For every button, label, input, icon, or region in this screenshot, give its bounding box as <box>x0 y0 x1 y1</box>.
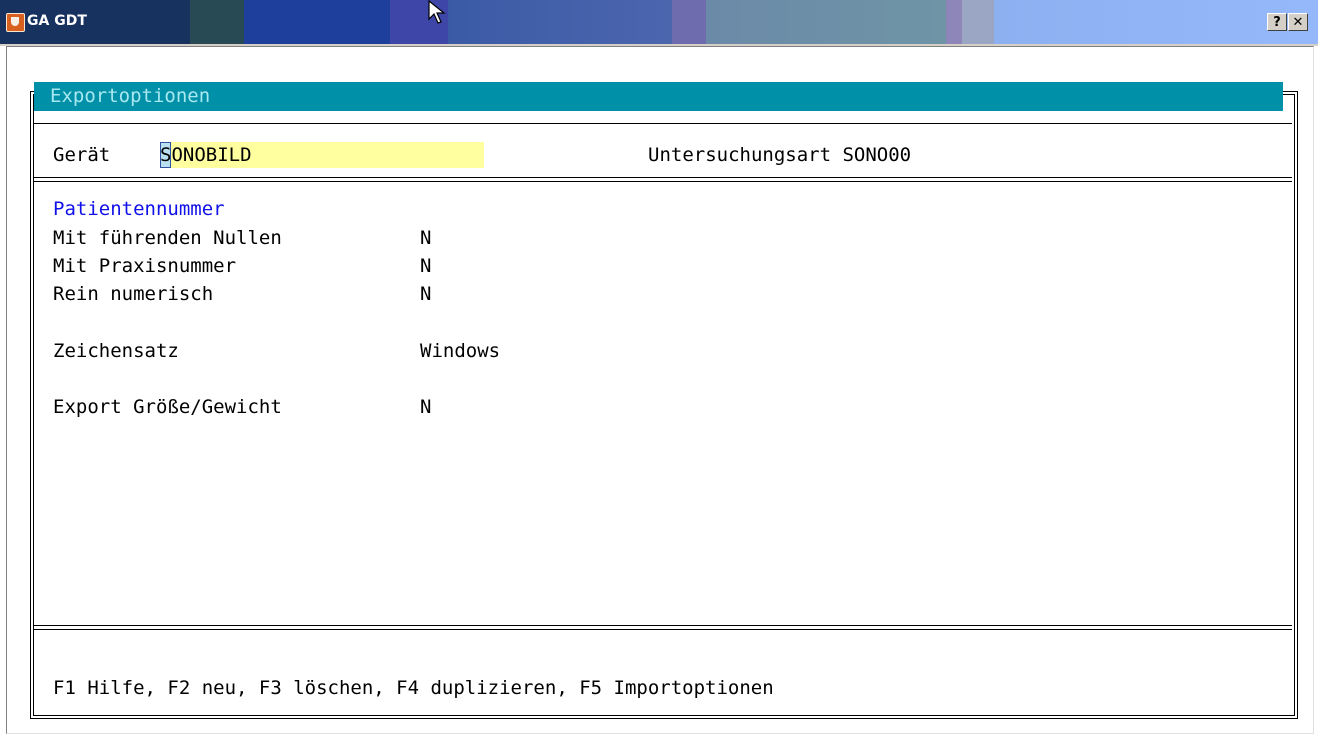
device-input-value: ONOBILD <box>171 144 252 166</box>
divider <box>34 123 1292 124</box>
device-label: Gerät <box>53 144 111 166</box>
panel-header: Exportoptionen <box>34 82 1283 111</box>
close-button[interactable]: ✕ <box>1288 13 1308 31</box>
text-cursor: S <box>160 142 172 168</box>
option-value-field[interactable]: N <box>420 396 431 418</box>
option-label: Mit führenden Nullen <box>53 227 282 249</box>
option-value-field[interactable]: N <box>420 255 431 277</box>
option-label: Zeichensatz <box>53 340 179 362</box>
divider <box>34 181 1292 182</box>
exam-type-label: Untersuchungsart SONO00 <box>648 144 912 166</box>
window-title: GA GDT <box>27 13 87 29</box>
option-label: Rein numerisch <box>53 283 214 305</box>
option-label: Mit Praxisnummer <box>53 255 237 277</box>
option-value-field[interactable]: N <box>420 283 431 305</box>
hotkey-bar: F1 Hilfe, F2 neu, F3 löschen, F4 duplizi… <box>53 677 774 699</box>
device-input[interactable]: SONOBILD <box>160 142 484 168</box>
title-bar[interactable]: GA GDT ? ✕ <box>0 0 1318 46</box>
divider <box>34 625 1292 626</box>
divider <box>34 177 1292 178</box>
mouse-pointer-icon <box>428 0 446 24</box>
divider <box>34 629 1292 630</box>
patient-number-heading: Patientennummer <box>53 198 225 220</box>
option-label: Export Größe/Gewicht <box>53 396 282 418</box>
option-value-field[interactable]: N <box>420 227 431 249</box>
app-icon[interactable] <box>6 13 25 32</box>
option-value-field[interactable]: Windows <box>420 340 500 362</box>
help-button[interactable]: ? <box>1267 13 1287 31</box>
